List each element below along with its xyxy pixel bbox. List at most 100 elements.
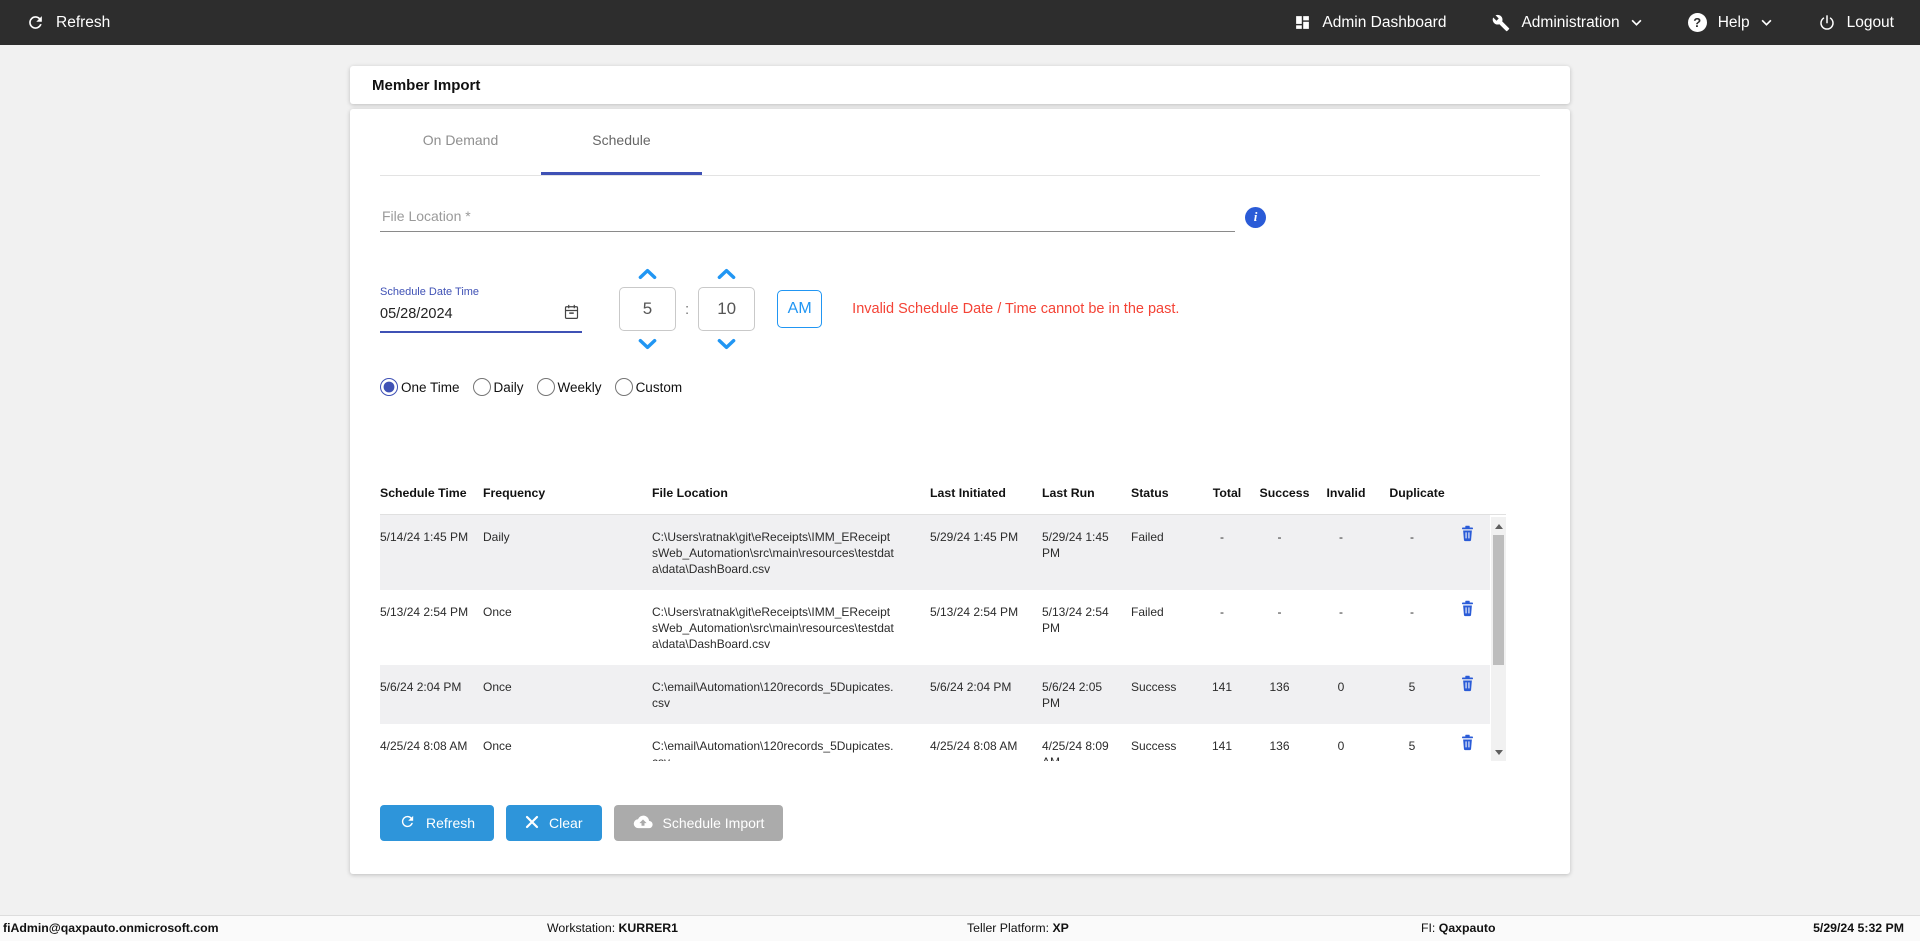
delete-row-button[interactable]	[1458, 673, 1477, 694]
wrench-icon	[1492, 14, 1510, 32]
cell-file-location: C:\Users\ratnak\git\eReceipts\IMM_ERecei…	[652, 530, 894, 576]
chevron-down-icon	[1631, 19, 1642, 26]
schedule-date-value: 05/28/2024	[380, 305, 453, 322]
logout-button[interactable]: Logout	[1818, 14, 1894, 32]
page-title-card: Member Import	[350, 66, 1570, 104]
cell-success: 136	[1269, 739, 1290, 753]
delete-row-button[interactable]	[1458, 523, 1477, 544]
delete-row-button[interactable]	[1458, 598, 1477, 619]
frequency-radio-group: One Time Daily Weekly Custom	[380, 378, 1540, 396]
action-buttons-row: Refresh Clear Schedule Import	[380, 805, 1540, 841]
frequency-option-weekly[interactable]: Weekly	[536, 378, 602, 396]
help-icon: ?	[1687, 13, 1707, 32]
tab-schedule-label: Schedule	[592, 132, 651, 148]
refresh-icon	[399, 813, 416, 833]
cell-last-initiated: 5/13/24 2:54 PM	[930, 605, 1019, 619]
hour-value[interactable]: 5	[619, 287, 676, 331]
daily-radio[interactable]	[472, 378, 491, 396]
clear-button[interactable]: Clear	[506, 805, 602, 841]
schedule-import-button[interactable]: Schedule Import	[613, 805, 784, 841]
cell-invalid: 0	[1337, 680, 1345, 694]
minute-decrement-button[interactable]	[703, 336, 750, 352]
logout-label: Logout	[1846, 13, 1894, 31]
cell-invalid: -	[1339, 605, 1343, 619]
hour-decrement-button[interactable]	[624, 336, 671, 352]
scrollbar-up-arrow[interactable]	[1491, 519, 1506, 533]
fi-value: Qaxpauto	[1438, 921, 1496, 935]
tabs-divider	[380, 175, 1540, 176]
tab-schedule[interactable]: Schedule	[541, 109, 702, 175]
cell-duplicate: 5	[1408, 739, 1416, 753]
member-import-card: On Demand Schedule i Schedule Date Time …	[350, 109, 1570, 874]
weekly-radio[interactable]	[536, 378, 555, 396]
one-time-radio[interactable]	[380, 378, 398, 396]
administration-menu[interactable]: Administration	[1492, 13, 1642, 32]
cell-last-run: 4/25/24 8:09 AM	[1042, 739, 1109, 761]
column-header-total: Total	[1212, 486, 1242, 500]
cell-actions	[1458, 515, 1490, 590]
calendar-icon[interactable]	[564, 304, 579, 324]
administration-label: Administration	[1521, 13, 1620, 31]
cell-file-location: C:\email\Automation\120records_5Dupicate…	[652, 739, 894, 761]
scrollbar-down-arrow[interactable]	[1491, 745, 1506, 759]
workstation-label: Workstation:	[547, 921, 616, 935]
trash-icon	[1462, 734, 1473, 751]
dashboard-icon	[1294, 14, 1311, 31]
scrollbar-thumb[interactable]	[1493, 535, 1504, 665]
cell-status: Success	[1131, 680, 1177, 694]
status-bar: fiAdmin@qaxpauto.onmicrosoft.com Worksta…	[0, 915, 1920, 941]
delete-row-button[interactable]	[1458, 732, 1477, 753]
refresh-icon	[26, 13, 45, 32]
refresh-nav-button[interactable]: Refresh	[26, 13, 110, 32]
cell-success: -	[1277, 605, 1282, 619]
hour-increment-button[interactable]	[624, 266, 671, 282]
chevron-down-icon	[717, 338, 736, 353]
help-menu[interactable]: ? Help	[1687, 13, 1772, 32]
cell-last-initiated: 5/29/24 1:45 PM	[930, 530, 1019, 544]
cell-duplicate: -	[1410, 530, 1414, 544]
time-separator: :	[685, 300, 690, 318]
minute-stepper: 10	[698, 266, 756, 352]
one-time-label: One Time	[401, 379, 460, 395]
admin-dashboard-button[interactable]: Admin Dashboard	[1294, 14, 1446, 32]
custom-radio[interactable]	[614, 378, 633, 396]
column-header-success: Success	[1259, 486, 1310, 500]
schedule-date-label: Schedule Date Time	[380, 285, 480, 298]
cell-total: -	[1220, 530, 1224, 544]
cell-schedule-time: 5/6/24 2:04 PM	[380, 680, 462, 694]
page-title: Member Import	[372, 76, 481, 94]
clear-button-label: Clear	[549, 815, 583, 831]
frequency-option-custom[interactable]: Custom	[614, 378, 682, 396]
cell-success: -	[1277, 530, 1282, 544]
schedule-import-button-label: Schedule Import	[662, 815, 765, 831]
cell-frequency: Daily	[483, 530, 510, 544]
close-icon	[525, 815, 539, 832]
am-pm-toggle[interactable]: AM	[777, 290, 823, 328]
frequency-option-daily[interactable]: Daily	[472, 378, 524, 396]
table-scrollbar[interactable]	[1491, 517, 1506, 761]
cell-last-initiated: 5/6/24 2:04 PM	[930, 680, 1012, 694]
cell-schedule-time: 5/13/24 2:54 PM	[380, 605, 469, 619]
minute-increment-button[interactable]	[703, 266, 750, 282]
tab-on-demand[interactable]: On Demand	[380, 109, 541, 175]
cell-frequency: Once	[483, 605, 512, 619]
cell-total: 141	[1211, 739, 1233, 753]
cell-file-location: C:\email\Automation\120records_5Dupicate…	[652, 680, 894, 710]
column-header-actions	[1458, 486, 1490, 500]
footer-teller-platform: Teller Platform: XP	[967, 916, 1069, 941]
cell-schedule-time: 5/14/24 1:45 PM	[380, 530, 469, 544]
info-icon[interactable]: i	[1245, 206, 1266, 228]
daily-label: Daily	[493, 379, 524, 395]
frequency-option-one-time[interactable]: One Time	[380, 378, 460, 396]
schedule-error-message: Invalid Schedule Date / Time cannot be i…	[852, 301, 1180, 317]
minute-value[interactable]: 10	[698, 287, 756, 331]
table-row: 5/13/24 2:54 PM Once C:\Users\ratnak\git\e…	[380, 590, 1490, 665]
chevron-down-icon	[638, 338, 657, 353]
schedule-date-input[interactable]: 05/28/2024	[380, 303, 582, 333]
table-body: 5/14/24 1:45 PM Daily C:\Users\ratnak\git\…	[380, 515, 1506, 761]
file-location-input[interactable]	[380, 202, 1235, 232]
cell-duplicate: -	[1410, 605, 1414, 619]
cell-frequency: Once	[483, 680, 512, 694]
chevron-up-icon	[717, 268, 736, 283]
refresh-button[interactable]: Refresh	[380, 805, 495, 841]
